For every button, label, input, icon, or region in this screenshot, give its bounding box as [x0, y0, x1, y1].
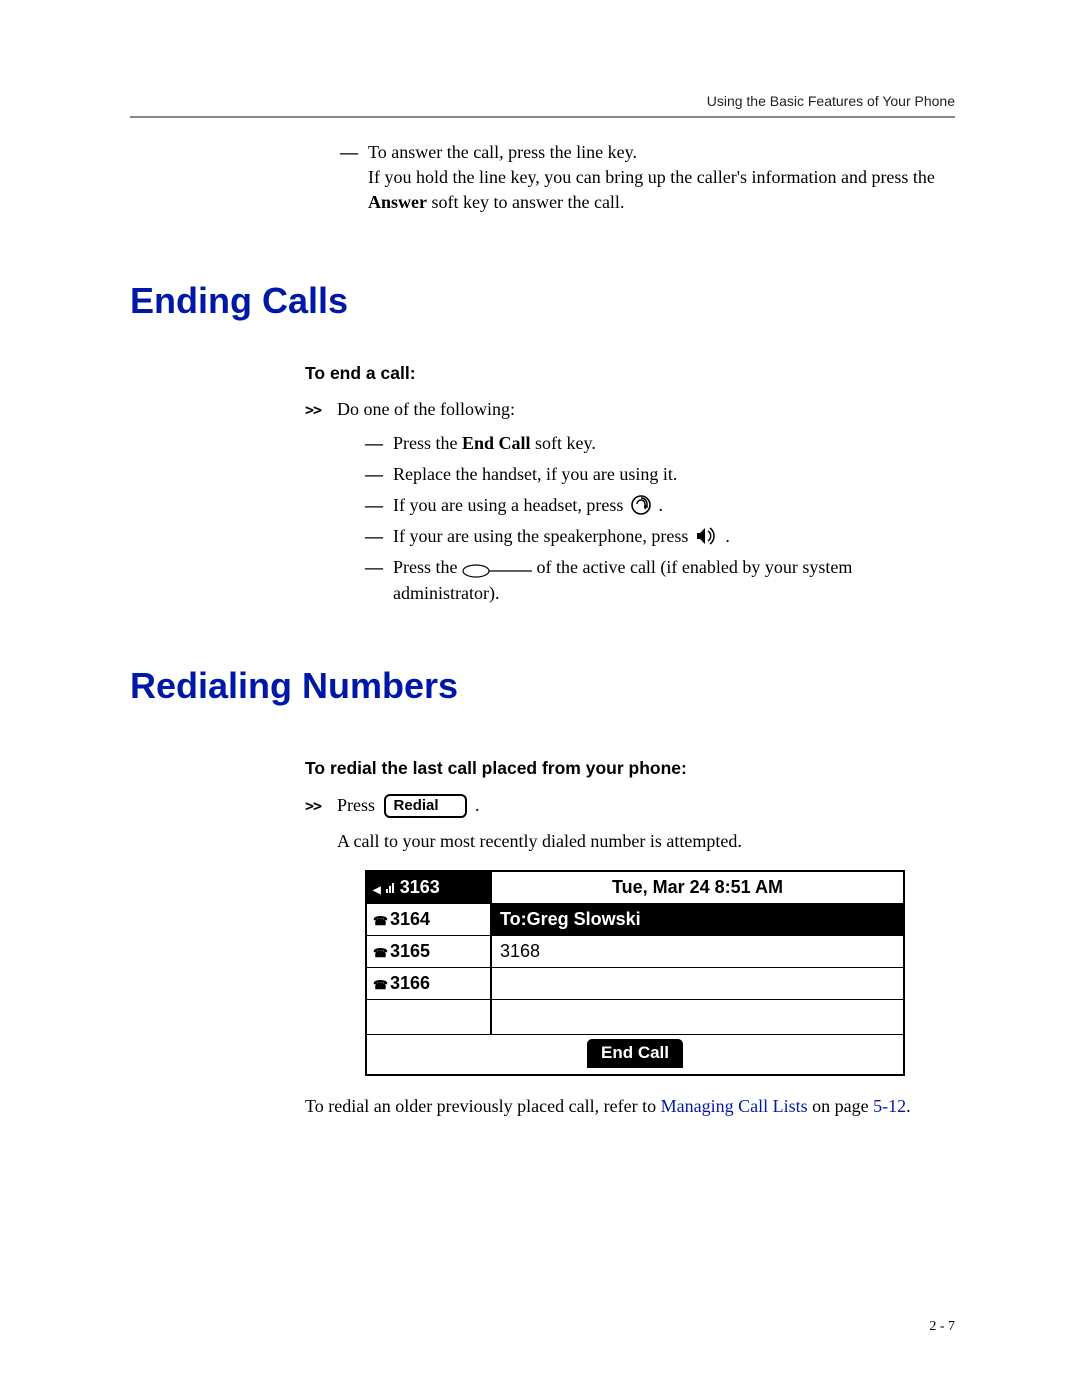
page-number: 2 - 7: [929, 1317, 955, 1337]
ending-options: Press the End Call soft key. Replace the…: [365, 431, 960, 606]
intro-list: To answer the call, press the line key. …: [340, 140, 960, 216]
step-do-one: >> Do one of the following:: [305, 397, 960, 422]
dash-bullet: [365, 462, 393, 487]
call-to-row: To:Greg Slowski: [492, 904, 903, 935]
t2: soft key.: [531, 433, 596, 453]
end-call-keyword: End Call: [462, 433, 531, 453]
step-press-redial: >> Press Redial . A call to your most re…: [305, 793, 960, 854]
ft-c: .: [906, 1096, 911, 1116]
line-key-3: 3165: [367, 936, 492, 967]
end-opt-5: Press the of the active call (if enabled…: [365, 555, 960, 605]
t: If your are using the speakerphone, pres…: [393, 526, 693, 546]
screen-blank-row: [367, 1000, 903, 1034]
intro-text: To answer the call, press the line key. …: [368, 140, 960, 216]
end-opt-3: If you are using a headset, press .: [365, 493, 960, 518]
line-key-4: 3166: [367, 968, 492, 999]
opt-text: If your are using the speakerphone, pres…: [393, 524, 960, 549]
dialed-number: 3168: [492, 936, 903, 967]
answer-keyword: Answer: [368, 192, 427, 212]
blank-right: [492, 1000, 903, 1034]
period: .: [658, 495, 663, 515]
page-header: Using the Basic Features of Your Phone: [707, 92, 955, 112]
ft-a: To redial an older previously placed cal…: [305, 1096, 661, 1116]
end-opt-1: Press the End Call soft key.: [365, 431, 960, 456]
line-key-1: 3163: [367, 872, 492, 903]
phone-icon: [373, 971, 386, 996]
press-text: Press: [337, 795, 380, 815]
softkey-end-call: End Call: [587, 1039, 683, 1068]
intro-item: To answer the call, press the line key. …: [340, 140, 960, 216]
screen-row-2: 3164 To:Greg Slowski: [367, 904, 903, 936]
end-opt-4: If your are using the speakerphone, pres…: [365, 524, 960, 549]
t: Press the: [393, 433, 462, 453]
dash-bullet: [365, 524, 393, 549]
subhead-end-call: To end a call:: [305, 361, 960, 386]
line-key-icon: [462, 560, 532, 574]
active-call-icon: [373, 875, 382, 900]
redial-after: A call to your most recently dialed numb…: [337, 829, 742, 854]
link-page-ref[interactable]: 5-12: [873, 1096, 906, 1116]
step-body: Press Redial . A call to your most recen…: [337, 793, 960, 854]
step-arrow: >>: [305, 796, 337, 857]
phone-screen: 3163 Tue, Mar 24 8:51 AM 3164 To:Greg Sl…: [365, 870, 905, 1077]
opt-text: If you are using a headset, press .: [393, 493, 960, 518]
header-rule: [130, 116, 955, 118]
ft-b: on page: [808, 1096, 873, 1116]
link-managing-call-lists[interactable]: Managing Call Lists: [661, 1096, 808, 1116]
redial-button-icon: Redial: [384, 794, 467, 818]
headset-icon: [630, 494, 652, 516]
dash-bullet: [340, 140, 368, 216]
intro-line2a: If you hold the line key, you can bring …: [368, 167, 935, 187]
screen-row-4: 3166: [367, 968, 903, 1000]
opt-text: Press the of the active call (if enabled…: [393, 555, 960, 605]
heading-ending-calls: Ending Calls: [130, 276, 960, 326]
blank-left: [367, 1000, 492, 1034]
line2-ext: 3164: [390, 907, 430, 932]
t: If you are using a headset, press: [393, 495, 628, 515]
signal-bars-icon: [386, 881, 396, 893]
screen-datetime: Tue, Mar 24 8:51 AM: [492, 872, 903, 903]
opt-text: Replace the handset, if you are using it…: [393, 462, 960, 487]
speaker-icon: [695, 526, 719, 546]
step-arrow: >>: [305, 400, 337, 425]
t: Press the: [393, 557, 462, 577]
heading-redialing: Redialing Numbers: [130, 661, 960, 711]
phone-icon: [373, 907, 386, 932]
dash-bullet: [365, 493, 393, 518]
subhead-redial: To redial the last call placed from your…: [305, 756, 960, 781]
intro-line2c: soft key to answer the call.: [427, 192, 624, 212]
opt-text: Press the End Call soft key.: [393, 431, 960, 456]
dash-bullet: [365, 555, 393, 605]
phone-icon: [373, 939, 386, 964]
intro-line1: To answer the call, press the line key.: [368, 142, 637, 162]
phone-screen-figure: 3163 Tue, Mar 24 8:51 AM 3164 To:Greg Sl…: [365, 870, 960, 1077]
line4-ext: 3166: [390, 971, 430, 996]
empty-cell: [492, 968, 903, 999]
dash-bullet: [365, 431, 393, 456]
period: .: [475, 795, 480, 815]
step-body: Do one of the following:: [337, 397, 960, 422]
screen-row-1: 3163 Tue, Mar 24 8:51 AM: [367, 872, 903, 904]
redial-footer-para: To redial an older previously placed cal…: [305, 1094, 960, 1119]
period: .: [725, 526, 730, 546]
line1-ext: 3163: [400, 875, 440, 900]
softkey-row: End Call: [367, 1034, 903, 1074]
line-key-2: 3164: [367, 904, 492, 935]
end-opt-2: Replace the handset, if you are using it…: [365, 462, 960, 487]
line3-ext: 3165: [390, 939, 430, 964]
screen-row-3: 3165 3168: [367, 936, 903, 968]
